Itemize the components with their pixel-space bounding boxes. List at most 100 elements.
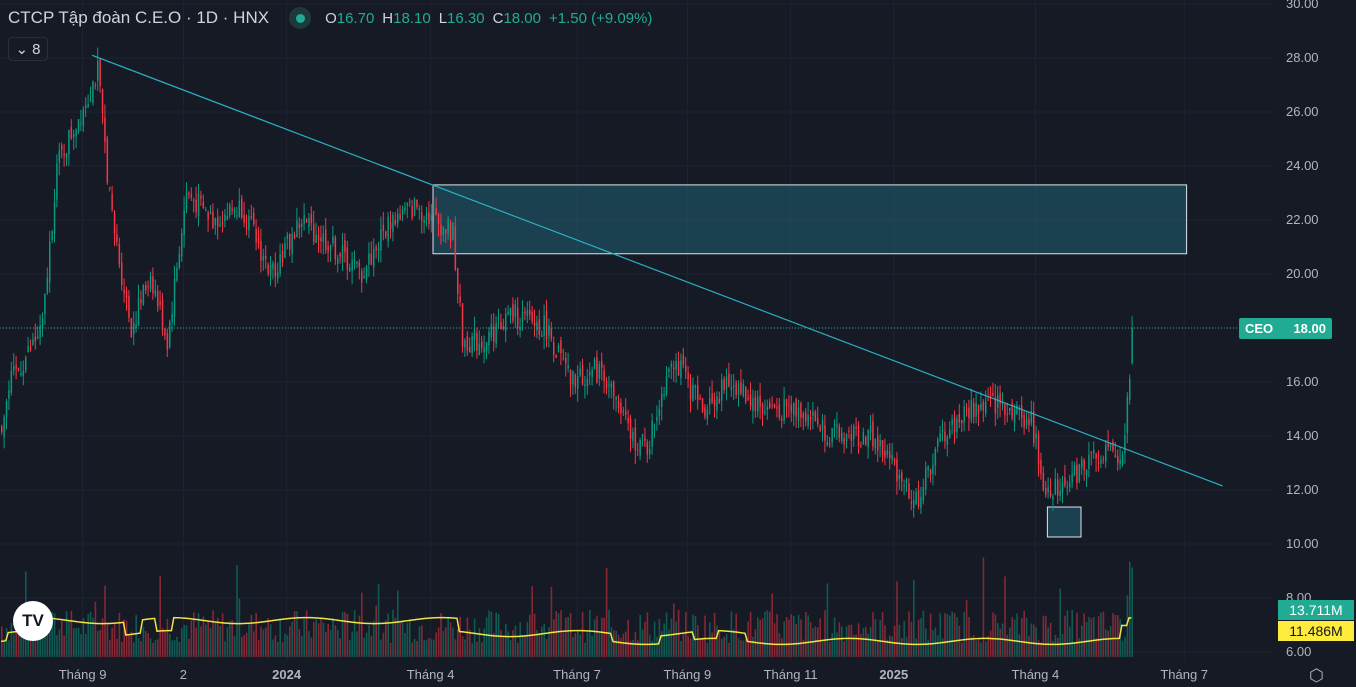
price-tick-label: 26.00 (1286, 104, 1319, 119)
volume-bar (1093, 617, 1095, 657)
indicators-toggle-button[interactable]: ⌄ 8 (8, 37, 48, 61)
volume-bar (980, 642, 982, 657)
volume-bar (565, 617, 567, 657)
candle-body (773, 404, 776, 408)
volume-bar (917, 619, 920, 657)
volume-bar (579, 634, 581, 657)
candle-body (277, 272, 279, 279)
volume-bar (219, 626, 221, 657)
volume-bar (1030, 623, 1033, 657)
volume-bar (389, 642, 392, 657)
volume-bar (521, 634, 524, 657)
price-tick-label: 10.00 (1286, 536, 1319, 551)
volume-bar (476, 642, 478, 657)
candle-body (903, 485, 905, 487)
price-chart[interactable] (0, 0, 1356, 687)
candle-body (411, 205, 413, 218)
volume-bar (560, 610, 562, 657)
volume-bar (58, 629, 61, 657)
candle-body (337, 258, 339, 264)
candle-body (651, 420, 653, 447)
candle-body (267, 264, 269, 274)
candle-body (977, 405, 980, 414)
candle-body (965, 409, 968, 411)
candle-body (382, 224, 385, 231)
candle-body (322, 233, 325, 242)
volume-bar (977, 637, 980, 657)
volume-bar (1001, 623, 1004, 657)
volume-bar (737, 638, 740, 657)
candle-body (1081, 459, 1083, 468)
volume-bar (217, 617, 219, 657)
candle-body (584, 384, 586, 386)
volume-bar (308, 631, 310, 657)
candle-body (927, 465, 929, 471)
volume-bar (250, 615, 253, 657)
time-tick-label: Tháng 4 (1011, 667, 1060, 682)
volume-bar (997, 623, 999, 657)
candle-body (397, 213, 399, 224)
settings-gear-icon[interactable]: ⬡ (1309, 666, 1324, 686)
volume-bar (346, 613, 349, 657)
candle-body (303, 215, 305, 224)
candle-body (613, 381, 615, 397)
candle-body (687, 372, 689, 380)
volume-bar (1040, 642, 1042, 657)
volume-bar (373, 620, 375, 657)
candle-body (1097, 462, 1100, 464)
candle-body (308, 217, 310, 228)
candle-body (533, 322, 536, 327)
volume-bar (836, 632, 838, 657)
candle-body (675, 360, 677, 370)
volume-bar (581, 612, 584, 657)
price-tag-value: 18.00 (1293, 321, 1326, 336)
volume-bar (183, 624, 185, 657)
volume-bar (399, 622, 401, 657)
candle-body (581, 365, 584, 385)
candle-body (1088, 454, 1090, 470)
volume-bar (116, 638, 118, 657)
volume-bar (898, 624, 901, 657)
candle-body (874, 438, 877, 449)
symbol-title[interactable]: CTCP Tập đoàn C.E.O · 1D · HNX (8, 8, 269, 28)
candle-body (949, 429, 951, 438)
candle-body (680, 360, 682, 379)
candle-body (925, 467, 927, 490)
volume-bar (3, 639, 5, 657)
candle-body (1023, 414, 1025, 428)
volume-bar (63, 635, 65, 657)
volume-bar (161, 627, 164, 657)
volume-bar (925, 628, 927, 657)
volume-bar (572, 637, 574, 657)
candle-body (637, 449, 639, 451)
candle-body (850, 433, 853, 441)
candle-body (1078, 464, 1081, 482)
candle-body (241, 198, 243, 218)
volume-bar (267, 618, 269, 657)
volume-bar (845, 626, 848, 657)
volume-bar (257, 640, 260, 657)
volume-bar (797, 614, 800, 657)
volume-bar (80, 634, 82, 657)
candle-body (56, 163, 58, 200)
candle-body (973, 402, 975, 417)
volume-bar (920, 618, 922, 657)
volume-bar (70, 610, 73, 657)
candle-body (908, 483, 910, 499)
volume-bar (1102, 611, 1105, 657)
volume-bar (243, 635, 245, 657)
volume-bar (1047, 627, 1049, 657)
candle-body (577, 376, 579, 389)
candle-body (325, 229, 327, 250)
open-label: O (325, 9, 337, 27)
volume-bar (137, 638, 140, 657)
volume-bar (255, 612, 257, 657)
candle-body (351, 260, 353, 272)
volume-bar (1090, 618, 1093, 657)
tradingview-logo[interactable]: TV (13, 601, 53, 641)
candle-body (437, 214, 440, 225)
volume-bar (776, 614, 778, 657)
volume-bar (464, 639, 466, 657)
candle-body (934, 449, 937, 466)
volume-bar (382, 632, 385, 657)
